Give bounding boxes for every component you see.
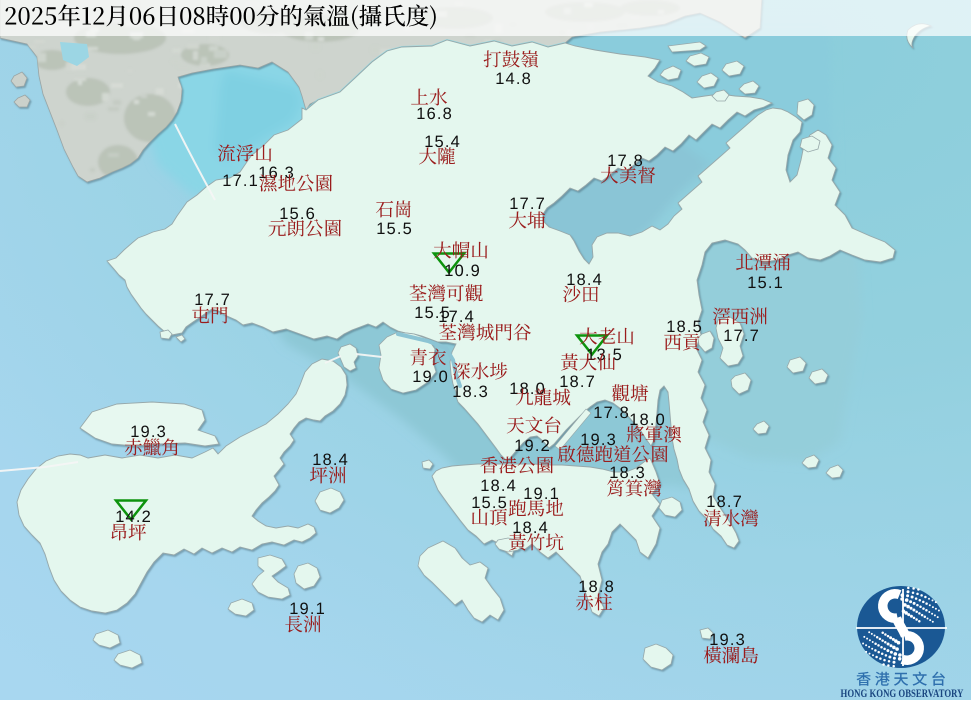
svg-text:HONG KONG OBSERVATORY: HONG KONG OBSERVATORY [841,688,964,700]
